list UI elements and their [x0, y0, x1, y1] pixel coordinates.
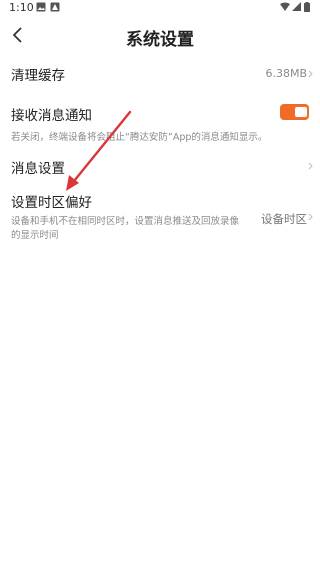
screen: 1:10 系统设置 清理缓存 6.38MB 接收消息通知 若关闭，终端设备将会阻…: [0, 0, 320, 568]
timezone-description-line1: 设备和手机不在相同时区时，设置消息推送及回放录像: [11, 216, 240, 227]
chevron-right-icon: [308, 70, 313, 78]
clear-cache-label: 清理缓存: [11, 68, 65, 84]
timezone-label: 设置时区偏好: [11, 195, 92, 211]
notification-label: 接收消息通知: [11, 108, 92, 124]
notification-toggle[interactable]: [280, 104, 309, 120]
message-settings-row[interactable]: 消息设置: [0, 150, 320, 180]
wifi-icon: [280, 2, 290, 11]
header: 系统设置: [0, 18, 320, 52]
status-bar: 1:10: [0, 0, 320, 16]
notification-description: 若关闭，终端设备将会阻止“腾达安防”App的消息通知显示。: [11, 132, 268, 143]
battery-icon: [304, 2, 310, 12]
image-notification-icon: [36, 2, 46, 12]
timezone-value: 设备时区: [261, 212, 307, 226]
cache-size-value: 6.38MB: [265, 67, 307, 80]
timezone-description-line2: 的显示时间: [11, 230, 59, 241]
app-notification-icon: [50, 2, 60, 12]
timezone-row[interactable]: 设置时区偏好 设备时区 设备和手机不在相同时区时，设置消息推送及回放录像 的显示…: [0, 188, 320, 248]
chevron-right-icon: [308, 162, 313, 170]
notification-row: 接收消息通知 若关闭，终端设备将会阻止“腾达安防”App的消息通知显示。: [0, 98, 320, 150]
signal-icon: [292, 2, 301, 11]
clear-cache-row[interactable]: 清理缓存 6.38MB: [0, 58, 320, 88]
chevron-right-icon: [308, 213, 313, 221]
status-time: 1:10: [9, 1, 34, 14]
page-title: 系统设置: [126, 30, 194, 50]
message-settings-label: 消息设置: [11, 161, 65, 177]
toggle-knob: [295, 107, 307, 117]
